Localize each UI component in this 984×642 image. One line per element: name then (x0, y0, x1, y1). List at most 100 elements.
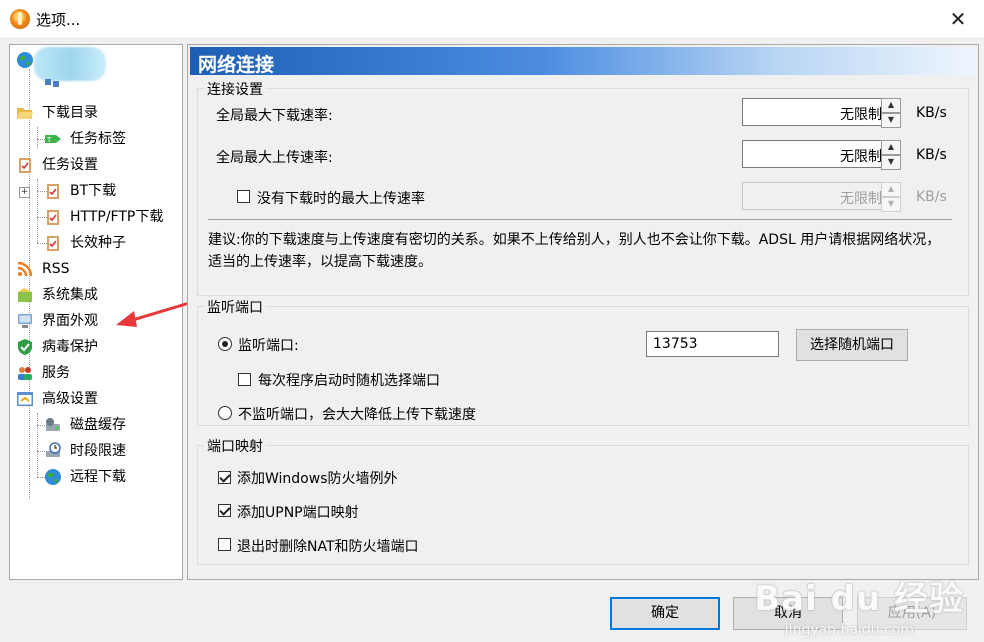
sidebar-item-label: 系统集成 (42, 287, 98, 303)
blurred-node (34, 47, 106, 81)
sidebar-item-integration[interactable]: 系统集成 (16, 283, 98, 307)
sidebar-item-label: 界面外观 (42, 313, 98, 329)
sidebar-item-label: 高级设置 (42, 391, 98, 407)
tree-line (37, 413, 38, 477)
settings-panel: 网络连接 连接设置 全局最大下载速率: 无限制 ▲ ▼ KB/s 全局最大上传速率… (187, 44, 979, 580)
app-logo-icon (10, 9, 30, 29)
sidebar-item-bt[interactable]: BT下载 (44, 179, 116, 203)
unit-label: KB/s (916, 189, 947, 205)
sidebar-item-label: 服务 (42, 365, 70, 381)
rss-icon (17, 261, 33, 277)
clipboard-icon (47, 236, 59, 251)
idle-upload-stepper[interactable]: ▲ ▼ (881, 182, 901, 212)
divider (208, 219, 952, 220)
spin-up-button[interactable]: ▲ (881, 98, 901, 113)
cancel-button[interactable]: 取消 (733, 597, 843, 630)
listen-port-group: 监听端口 监听端口: 13753 选择随机端口 每次程序启动时随机选择端口 不监… (197, 297, 969, 426)
spin-up-button[interactable]: ▲ (881, 182, 901, 197)
sidebar-item-antivirus[interactable]: 病毒保护 (16, 335, 98, 359)
no-listen-radio[interactable] (218, 406, 232, 420)
listen-port-radio[interactable] (218, 337, 232, 351)
disk-icon (46, 418, 60, 431)
apply-button[interactable]: 应用(A) (857, 597, 967, 630)
sidebar-item-task-settings[interactable]: 任务设置 (16, 153, 98, 177)
spin-down-button[interactable]: ▼ (881, 113, 901, 128)
sidebar-item-disk-cache[interactable]: 磁盘缓存 (44, 413, 126, 437)
sidebar-item-http-ftp[interactable]: HTTP/FTP下载 (44, 205, 163, 229)
random-each-start-checkbox[interactable] (238, 373, 251, 386)
sidebar-item-remote-download[interactable]: 远程下载 (44, 465, 126, 489)
unit-label: KB/s (916, 147, 947, 163)
sidebar-item-label: 任务标签 (70, 131, 126, 147)
listen-port-label: 监听端口: (238, 338, 299, 354)
panel-title: 网络连接 (198, 54, 275, 76)
tag-icon: T (45, 135, 61, 144)
globe-icon (45, 469, 61, 485)
expand-toggle[interactable]: + (19, 187, 30, 198)
port-mapping-group: 端口映射 添加Windows防火墙例外 添加UPNP端口映射 退出时删除NAT和… (197, 436, 969, 565)
max-download-value: 无限制 (840, 107, 882, 123)
group-title: 连接设置 (204, 79, 266, 99)
folder-open-icon (17, 108, 33, 119)
port-input[interactable]: 13753 (646, 331, 779, 357)
sidebar-item-speed-schedule[interactable]: 时段限速 (44, 439, 126, 463)
sidebar-item-task-tags[interactable]: T 任务标签 (44, 127, 126, 151)
settings-window-icon (17, 392, 33, 406)
random-each-start-label: 每次程序启动时随机选择端口 (258, 373, 440, 389)
sidebar-item-rss[interactable]: RSS (16, 257, 70, 281)
random-port-button[interactable]: 选择随机端口 (796, 329, 908, 361)
clipboard-icon (19, 158, 31, 173)
sidebar-item-appearance[interactable]: 界面外观 (16, 309, 98, 333)
svg-text:T: T (46, 136, 52, 144)
sidebar-item-label: HTTP/FTP下载 (70, 209, 164, 225)
tree-line (37, 179, 38, 243)
spin-down-button[interactable]: ▼ (881, 197, 901, 212)
sidebar-item-advanced[interactable]: 高级设置 (16, 387, 98, 411)
sidebar-item-label: BT下载 (70, 183, 117, 199)
spin-up-button[interactable]: ▲ (881, 140, 901, 155)
max-download-label: 全局最大下载速率: (216, 108, 333, 124)
sidebar-item-label: 磁盘缓存 (70, 417, 126, 433)
sidebar-item-label: 时段限速 (70, 443, 126, 459)
sidebar-item-services[interactable]: 服务 (16, 361, 70, 385)
sidebar-item-download-dir[interactable]: 下载目录 (16, 101, 98, 125)
network-sub-icon (45, 79, 59, 87)
group-title: 监听端口 (204, 297, 266, 317)
users-icon (18, 367, 32, 380)
sidebar-item-long-seed[interactable]: 长效种子 (44, 231, 126, 255)
max-upload-value: 无限制 (840, 149, 882, 165)
max-upload-label: 全局最大上传速率: (216, 150, 333, 166)
connection-settings-group: 连接设置 全局最大下载速率: 无限制 ▲ ▼ KB/s 全局最大上传速率: 无限制… (197, 79, 969, 296)
remove-on-exit-label: 退出时删除NAT和防火墙端口 (237, 539, 419, 555)
close-button[interactable]: ✕ (944, 5, 972, 33)
firewall-exception-checkbox[interactable] (218, 471, 231, 484)
sidebar-item-label: 任务设置 (42, 157, 98, 173)
ok-button[interactable]: 确定 (610, 597, 720, 630)
remove-on-exit-checkbox[interactable] (218, 538, 231, 551)
max-download-stepper[interactable]: ▲ ▼ (881, 98, 901, 128)
max-upload-stepper[interactable]: ▲ ▼ (881, 140, 901, 170)
sidebar-item-label: 长效种子 (70, 235, 126, 251)
sidebar-item-label: 病毒保护 (42, 339, 98, 355)
idle-upload-checkbox[interactable] (237, 190, 250, 203)
sidebar-item-label: RSS (42, 261, 70, 277)
window-title: 选项... (36, 11, 81, 29)
unit-label: KB/s (916, 105, 947, 121)
group-title: 端口映射 (204, 436, 266, 456)
upnp-mapping-checkbox[interactable] (218, 504, 231, 517)
idle-upload-label: 没有下载时的最大上传速率 (257, 191, 425, 207)
shield-icon (18, 339, 32, 355)
panel-header: 网络连接 (190, 47, 976, 76)
max-upload-input[interactable]: 无限制 (742, 140, 888, 168)
spin-down-button[interactable]: ▼ (881, 155, 901, 170)
sidebar-item-label: 远程下载 (70, 469, 126, 485)
idle-upload-value: 无限制 (840, 191, 882, 207)
idle-upload-input[interactable]: 无限制 (742, 182, 888, 210)
max-download-input[interactable]: 无限制 (742, 98, 888, 126)
upnp-mapping-label: 添加UPNP端口映射 (237, 505, 359, 521)
tree-line (37, 127, 38, 149)
monitor-icon (18, 314, 32, 328)
no-listen-label: 不监听端口，会大大降低上传下载速度 (238, 407, 476, 423)
globe-icon (17, 52, 33, 68)
puzzle-icon (18, 288, 32, 302)
